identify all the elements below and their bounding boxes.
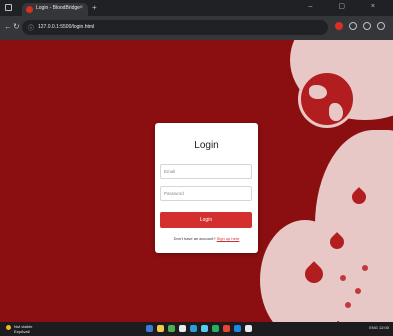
login-button[interactable]: Login bbox=[160, 212, 252, 228]
extension-icons bbox=[335, 22, 385, 30]
window-menu-icon[interactable] bbox=[5, 4, 12, 11]
password-field[interactable] bbox=[160, 186, 252, 201]
profile-icon[interactable] bbox=[349, 22, 357, 30]
new-tab-button[interactable]: + bbox=[92, 3, 97, 12]
login-title: Login bbox=[194, 140, 219, 151]
email-field[interactable] bbox=[160, 164, 252, 179]
signup-link[interactable]: Sign up here bbox=[217, 236, 240, 241]
favicon-icon bbox=[26, 6, 33, 13]
app-icon[interactable] bbox=[168, 325, 175, 332]
url-text: 127.0.0.1:5500/login.html bbox=[38, 24, 95, 30]
start-icon[interactable] bbox=[146, 325, 153, 332]
weather-text: Not visible ExpAvail bbox=[14, 324, 33, 334]
browser-toolbar: ← ↻ ⓘ 127.0.0.1:5500/login.html bbox=[0, 16, 393, 40]
decor-dot bbox=[345, 302, 351, 308]
taskbar: Not visible ExpAvail ENG 12:00 bbox=[0, 322, 393, 336]
site-info-icon[interactable]: ⓘ bbox=[28, 23, 34, 32]
file-explorer-icon[interactable] bbox=[157, 325, 164, 332]
app-icon[interactable] bbox=[212, 325, 219, 332]
globe-icon bbox=[298, 70, 356, 128]
login-card: Login Login Don't have an account? Sign … bbox=[155, 123, 258, 253]
tab-title: Login - BloodBridge bbox=[36, 5, 80, 11]
decor-dot bbox=[340, 275, 346, 281]
signup-prompt-text: Don't have an account? bbox=[173, 236, 216, 241]
extension-icon[interactable] bbox=[335, 22, 343, 30]
address-bar[interactable]: ⓘ 127.0.0.1:5500/login.html bbox=[22, 20, 328, 35]
menu-icon[interactable] bbox=[377, 22, 385, 30]
window-controls[interactable]: – ▢ × bbox=[309, 2, 387, 10]
decor-dot bbox=[362, 265, 368, 271]
browser-tabstrip: Login - BloodBridge × + – ▢ × bbox=[0, 0, 393, 16]
signup-prompt: Don't have an account? Sign up here bbox=[155, 236, 258, 241]
reload-icon[interactable]: ↻ bbox=[13, 22, 20, 31]
taskbar-apps bbox=[146, 325, 252, 332]
vscode-icon[interactable] bbox=[234, 325, 241, 332]
tab-close-icon[interactable]: × bbox=[79, 5, 83, 11]
back-icon[interactable]: ← bbox=[4, 22, 12, 31]
decor-dot bbox=[355, 288, 361, 294]
system-tray[interactable]: ENG 12:00 bbox=[369, 325, 389, 330]
tab-login[interactable]: Login - BloodBridge × bbox=[22, 3, 88, 16]
weather-icon bbox=[6, 325, 11, 330]
chrome-icon[interactable] bbox=[223, 325, 230, 332]
app-icon[interactable] bbox=[179, 325, 186, 332]
app-icon[interactable] bbox=[190, 325, 197, 332]
app-icon[interactable] bbox=[245, 325, 252, 332]
app-icon[interactable] bbox=[201, 325, 208, 332]
settings-icon[interactable] bbox=[363, 22, 371, 30]
